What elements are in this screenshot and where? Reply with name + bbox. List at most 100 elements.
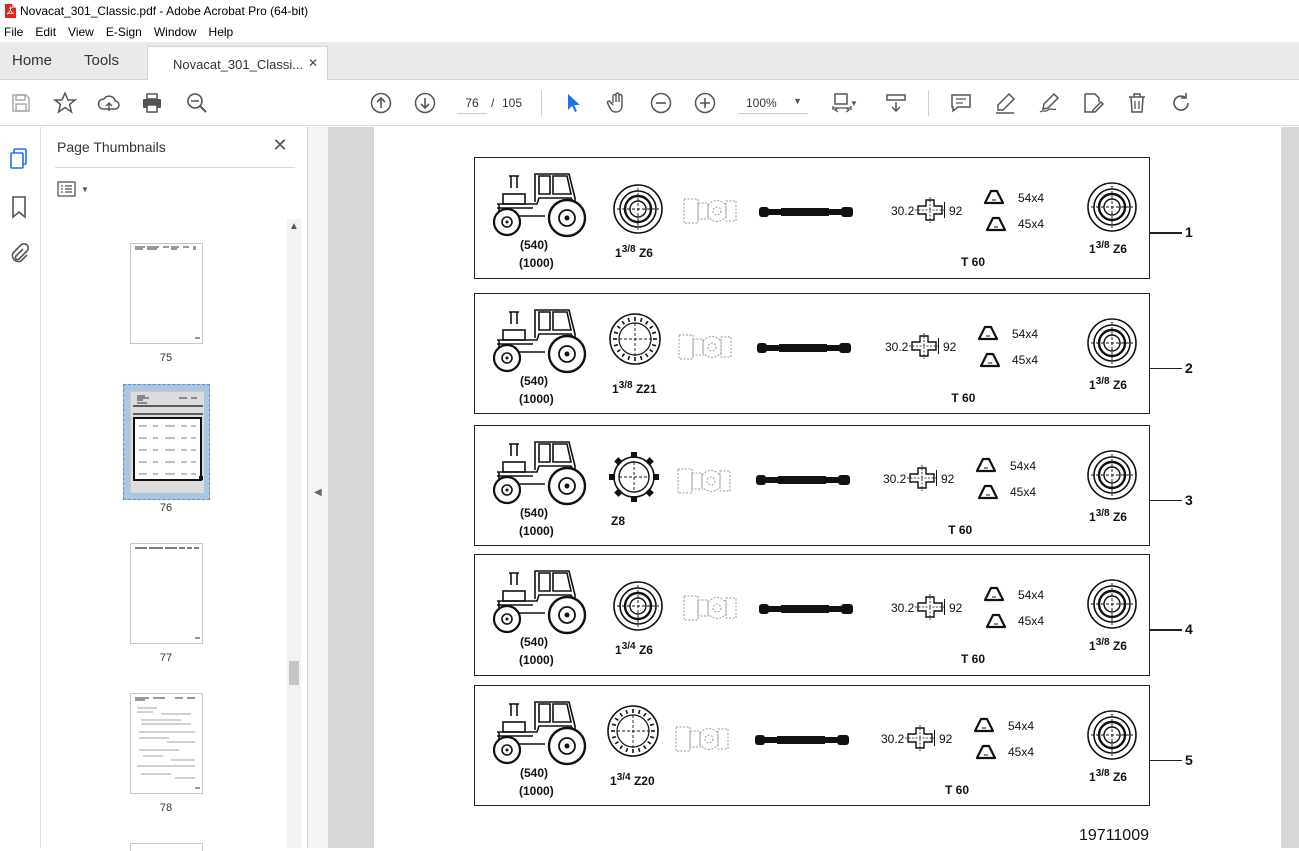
bookmarks-icon[interactable]	[8, 195, 30, 219]
implement-spline-icon	[1087, 450, 1137, 500]
attachments-paperclip-icon[interactable]	[8, 241, 30, 265]
thumbnail-page-75[interactable]	[130, 243, 203, 344]
document-viewer[interactable]: (540) (1000) 13/8 Z6 30.2 92 54x4 45x4 T…	[328, 127, 1299, 848]
tube-profile-outer-icon	[983, 586, 1005, 602]
scroll-up-arrow-icon[interactable]: ▲	[289, 221, 299, 232]
toolbar-divider	[928, 90, 929, 116]
tractor-pto-size-fraction: 3/8	[618, 380, 633, 391]
tractor-pto-spline-icon	[613, 581, 663, 631]
thumbnail-label: 76	[159, 502, 173, 514]
tube-profile-inner: 45x4	[1008, 745, 1035, 759]
row-number: 1	[1185, 224, 1193, 240]
scrollbar-thumb[interactable]	[289, 661, 299, 685]
tractor-pto-size: 13/8 Z6	[615, 244, 653, 260]
panel-collapse-handle[interactable]: ◀	[308, 127, 328, 848]
thumbnail-page-partial[interactable]	[130, 843, 203, 851]
rotate-icon[interactable]	[1169, 91, 1193, 115]
options-list-icon	[57, 181, 76, 197]
joint-dimension-left: 30.2	[891, 601, 915, 615]
tab-close-icon[interactable]: ✕	[308, 56, 318, 70]
pdf-page: (540) (1000) 13/8 Z6 30.2 92 54x4 45x4 T…	[374, 127, 1281, 848]
tractor-pto-size-fraction: 3/4	[616, 772, 631, 783]
thumbnail-page-77[interactable]	[130, 543, 203, 644]
cross-journal-icon	[907, 465, 937, 491]
universal-joint-illustration	[675, 726, 729, 752]
delete-trash-icon[interactable]	[1125, 91, 1149, 115]
pto-speed-540: (540)	[520, 374, 549, 388]
implement-pto-size: 13/8 Z6	[1089, 240, 1127, 256]
close-icon[interactable]: ✕	[270, 135, 290, 156]
select-cursor-icon[interactable]	[561, 91, 585, 115]
cross-journal-icon	[905, 725, 935, 751]
tube-profile-outer-icon	[983, 189, 1005, 205]
thumbnail-scrollbar[interactable]: ▲	[287, 219, 301, 848]
zoom-search-icon[interactable]	[185, 91, 209, 115]
menu-esign[interactable]: E-Sign	[106, 25, 148, 39]
joint-dimension-left: 30.2	[883, 472, 907, 486]
shaft-row-2: (540) (1000) 13/8 Z21 30.2 92 54x4 45x4 …	[474, 293, 1150, 414]
menu-window[interactable]: Window	[154, 25, 203, 39]
thumbnail-page-76[interactable]	[130, 391, 204, 493]
tab-tools[interactable]: Tools	[84, 42, 119, 80]
implement-spline-icon	[1087, 318, 1137, 368]
implement-pto-size-fraction: 3/8	[1095, 508, 1110, 519]
edit-pdf-icon[interactable]	[1081, 91, 1105, 115]
tractor-illustration	[492, 309, 587, 374]
panel-divider	[55, 167, 295, 168]
tractor-pto-size: 13/4 Z20	[610, 772, 655, 788]
tractor-illustration	[492, 173, 587, 238]
joint-dimension-right: 92	[949, 601, 963, 615]
menu-edit[interactable]: Edit	[35, 25, 62, 39]
implement-spline-icon	[1087, 710, 1137, 760]
upload-cloud-icon[interactable]	[97, 91, 121, 115]
tractor-illustration	[492, 570, 587, 635]
previous-page-icon[interactable]	[369, 91, 393, 115]
shaft-row-1: (540) (1000) 13/8 Z6 30.2 92 54x4 45x4 T…	[474, 157, 1150, 279]
dimension-marker	[938, 338, 939, 354]
menu-help[interactable]: Help	[209, 25, 240, 39]
draw-sign-icon[interactable]	[1037, 91, 1061, 115]
page-number-input[interactable]	[457, 92, 487, 114]
zoom-level-select[interactable]: 100% ▼	[738, 92, 808, 114]
tab-document-label: Novacat_301_Classi...	[173, 56, 304, 72]
tractor-pto-spline-count: Z20	[633, 774, 655, 788]
dimension-marker	[944, 599, 945, 615]
next-page-icon[interactable]	[413, 91, 437, 115]
joint-dimension-left: 30.2	[891, 204, 915, 218]
hand-tool-icon[interactable]	[605, 91, 629, 115]
page-thumbnails-icon[interactable]	[8, 147, 30, 171]
pto-speed-1000: (1000)	[519, 392, 554, 406]
tab-home[interactable]: Home	[12, 42, 52, 80]
tractor-pto-spline-count: Z21	[635, 382, 657, 396]
comment-icon[interactable]	[949, 91, 973, 115]
tab-document[interactable]: Novacat_301_Classi... ✕	[147, 46, 328, 81]
menu-view[interactable]: View	[68, 25, 100, 39]
menu-file[interactable]: File	[4, 25, 29, 39]
tractor-pto-spline-count: Z6	[638, 643, 653, 657]
chevron-down-icon: ▼	[793, 96, 802, 106]
print-icon[interactable]	[140, 91, 164, 115]
save-icon[interactable]	[9, 91, 33, 115]
drive-shaft-illustration	[759, 604, 853, 614]
joint-dimension-right: 92	[949, 204, 963, 218]
bookmark-star-icon[interactable]	[53, 91, 77, 115]
shaft-row-5: (540) (1000) 13/4 Z20 30.2 92 54x4 45x4 …	[474, 685, 1150, 806]
dimension-marker	[934, 730, 935, 746]
zoom-in-icon[interactable]	[693, 91, 717, 115]
tractor-pto-spline-icon	[609, 313, 661, 365]
universal-joint-illustration	[678, 334, 732, 360]
cross-journal-icon	[915, 594, 945, 620]
thumbnail-options-menu[interactable]: ▼	[57, 179, 93, 199]
title-bar: Novacat_301_Classic.pdf - Adobe Acrobat …	[0, 0, 1299, 22]
tube-profile-inner-icon	[985, 216, 1007, 232]
zoom-out-icon[interactable]	[649, 91, 673, 115]
chevron-down-icon[interactable]: ▼	[848, 91, 860, 115]
row-number: 2	[1185, 359, 1193, 376]
implement-pto-spline-count: Z6	[1112, 770, 1127, 784]
tractor-pto-size: 13/8 Z21	[612, 380, 657, 396]
row-number: 3	[1185, 491, 1193, 508]
implement-pto-size-fraction: 3/8	[1095, 376, 1110, 387]
scroll-mode-icon[interactable]	[884, 91, 908, 115]
highlight-pen-icon[interactable]	[993, 91, 1017, 115]
thumbnail-page-78[interactable]	[130, 693, 203, 794]
